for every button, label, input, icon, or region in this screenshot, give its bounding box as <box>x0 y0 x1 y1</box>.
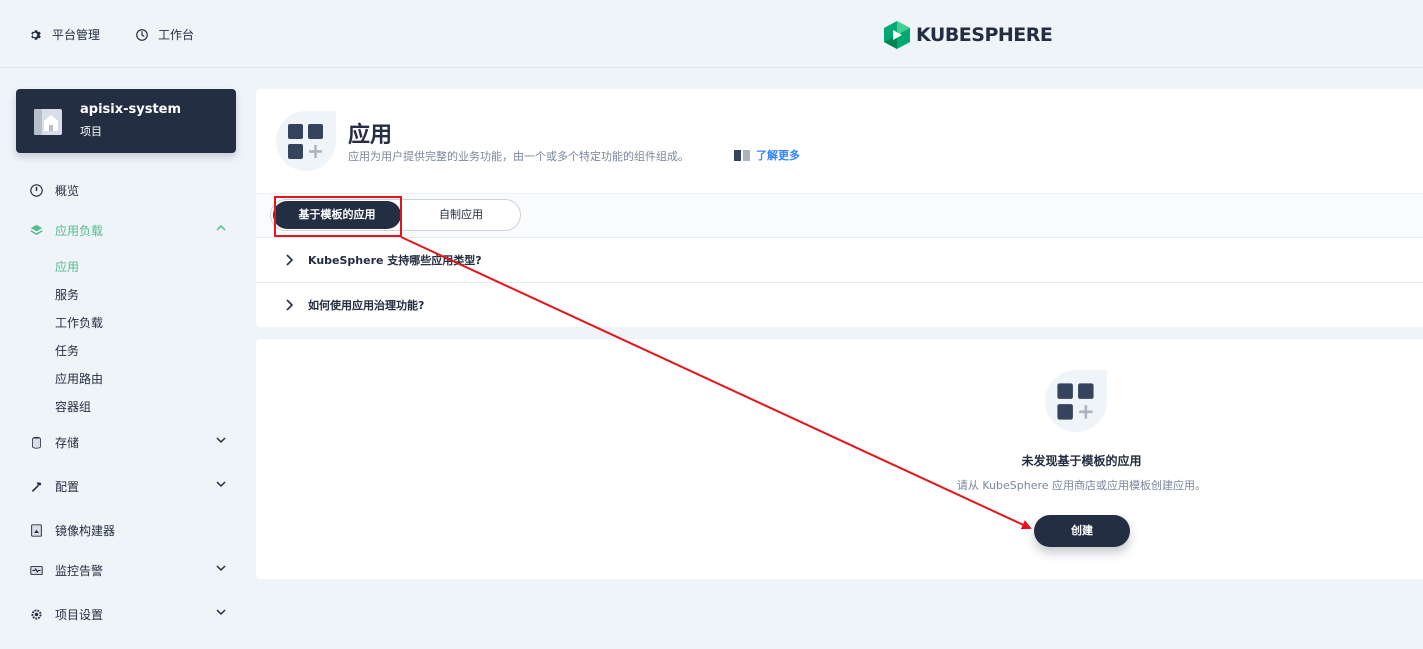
learn-more-label: 了解更多 <box>756 149 800 162</box>
layers-icon <box>30 224 43 235</box>
empty-state-panel: 未发现基于模板的应用 请从 KubeSphere 应用商店或应用模板创建应用。 … <box>256 339 1423 579</box>
sidebar-item-storage[interactable]: 存储 <box>30 432 226 452</box>
platform-management-link[interactable]: 平台管理 <box>30 26 100 43</box>
app-type-tabs-bar: 基于模板的应用 自制应用 <box>256 193 1423 238</box>
empty-state-title: 未发现基于模板的应用 <box>1021 454 1142 468</box>
sidebar-subitem-workloads[interactable]: 工作负载 <box>55 314 103 331</box>
monitor-pulse-icon <box>30 565 43 575</box>
sidebar-item-label: 监控告警 <box>55 563 104 578</box>
kubesphere-logo-icon <box>884 21 910 49</box>
apps-header-panel: 应用 应用为用户提供完整的业务功能，由一个或多个特定功能的组件组成。 了解更多 … <box>256 89 1423 327</box>
kubesphere-logo[interactable]: KUBESPHERE <box>884 21 1053 49</box>
sidebar-item-image-builder[interactable]: 镜像构建器 <box>30 520 226 540</box>
sidebar-item-label: 概览 <box>55 183 80 198</box>
empty-state-description: 请从 KubeSphere 应用商店或应用模板创建应用。 <box>956 479 1207 492</box>
chevron-right-icon <box>286 254 294 266</box>
sidebar-item-label: 项目设置 <box>55 607 104 622</box>
dashboard-icon <box>136 28 148 41</box>
sidebar-subitem-services[interactable]: 服务 <box>55 286 79 303</box>
sidebar-item-label: 应用负载 <box>55 223 104 238</box>
workbench-label: 工作台 <box>158 28 195 42</box>
image-builder-icon <box>31 523 42 537</box>
annotation-highlight-box <box>274 196 402 237</box>
dashboard-icon <box>30 183 43 197</box>
page-title: 应用 <box>348 123 393 148</box>
database-icon <box>32 436 41 449</box>
app-grid-icon <box>1045 370 1107 432</box>
faq-item-app-types[interactable]: KubeSphere 支持哪些应用类型? <box>256 238 1423 283</box>
tab-custom-apps[interactable]: 自制应用 <box>401 200 521 230</box>
gear-icon <box>31 608 42 620</box>
faq-question: 如何使用应用治理功能? <box>308 299 425 312</box>
sidebar-item-config[interactable]: 配置 <box>30 476 226 496</box>
sidebar-subitem-pods[interactable]: 容器组 <box>55 398 91 415</box>
project-type: 项目 <box>80 125 102 138</box>
learn-more-link[interactable]: 了解更多 <box>734 147 800 163</box>
platform-management-label: 平台管理 <box>52 28 101 42</box>
chevron-down-icon <box>216 481 226 488</box>
chevron-down-icon <box>216 437 226 444</box>
app-grid-icon <box>276 111 336 171</box>
chevron-up-icon <box>216 224 226 231</box>
project-selector[interactable]: apisix-system 项目 <box>16 89 236 153</box>
sidebar-item-label: 镜像构建器 <box>55 523 116 538</box>
chevron-down-icon <box>216 609 226 616</box>
sidebar-item-workloads[interactable]: 应用负载 <box>30 220 226 240</box>
workbench-link[interactable]: 工作台 <box>136 26 194 43</box>
sidebar-subitem-ingress[interactable]: 应用路由 <box>55 370 103 387</box>
chevron-right-icon <box>286 299 294 311</box>
project-icon <box>34 109 62 135</box>
top-bar: 平台管理 工作台 KUBESPHERE <box>0 0 1423 68</box>
faq-item-app-governance[interactable]: 如何使用应用治理功能? <box>256 283 1423 328</box>
top-nav: 平台管理 工作台 <box>30 26 230 43</box>
gear-icon <box>31 29 41 40</box>
sidebar-item-overview[interactable]: 概览 <box>30 180 226 200</box>
logo-text: KUBESPHERE <box>916 24 1053 46</box>
faq-question: KubeSphere 支持哪些应用类型? <box>308 254 482 267</box>
project-name: apisix-system <box>80 102 182 117</box>
sidebar-subitem-apps[interactable]: 应用 <box>55 258 79 275</box>
chevron-down-icon <box>216 565 226 572</box>
create-button[interactable]: 创建 <box>1034 515 1130 547</box>
sidebar-item-monitoring[interactable]: 监控告警 <box>30 560 226 580</box>
book-icon <box>734 150 750 161</box>
sidebar-item-label: 存储 <box>55 435 80 450</box>
sidebar-item-label: 配置 <box>55 479 80 494</box>
sidebar-item-project-settings[interactable]: 项目设置 <box>30 604 226 624</box>
hammer-icon <box>31 481 42 492</box>
page-description: 应用为用户提供完整的业务功能，由一个或多个特定功能的组件组成。 <box>348 150 689 163</box>
sidebar-subitem-jobs[interactable]: 任务 <box>55 342 79 359</box>
